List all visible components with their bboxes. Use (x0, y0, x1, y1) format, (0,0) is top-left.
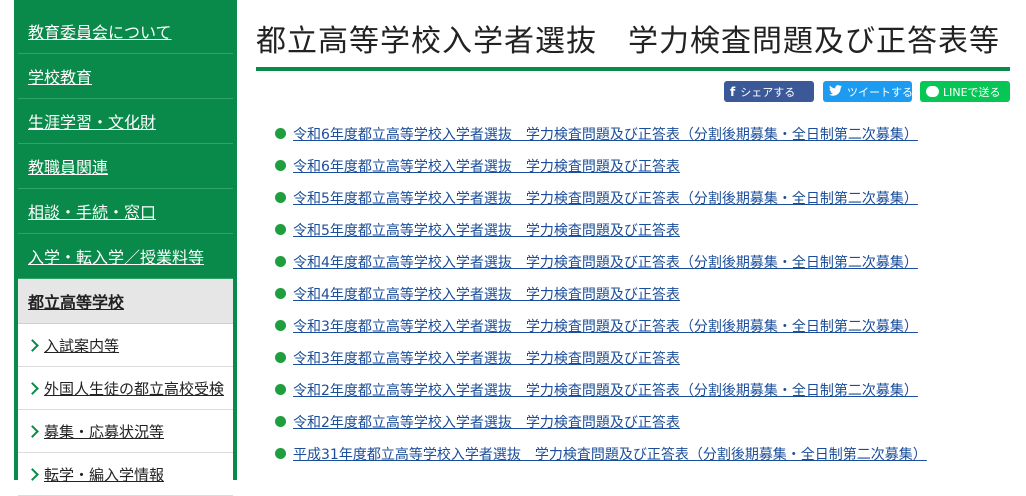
sidebar-subitem-label: 入試案内等 (44, 336, 120, 355)
sidebar-item-staff[interactable]: 教職員関連 (18, 144, 233, 189)
exam-link[interactable]: 令和6年度都立高等学校入学者選抜 学力検査問題及び正答表 (293, 156, 680, 176)
title-divider (256, 67, 1010, 71)
list-item: 令和4年度都立高等学校入学者選抜 学力検査問題及び正答表 (275, 284, 927, 316)
sidebar-subitem-recruitment-status[interactable]: 募集・応募状況等 (18, 410, 233, 453)
sidebar-item-consultation[interactable]: 相談・手続・窓口 (18, 189, 233, 234)
exam-link[interactable]: 令和2年度都立高等学校入学者選抜 学力検査問題及び正答表 (293, 412, 680, 432)
chevron-right-icon (26, 382, 39, 395)
facebook-share-label: シェアする (740, 85, 796, 99)
bullet-icon (275, 448, 286, 459)
line-icon (926, 86, 939, 97)
sidebar-subitem-transfer[interactable]: 転学・編入学情報 (18, 453, 233, 496)
facebook-share-button[interactable]: f シェアする (724, 81, 814, 102)
chevron-right-icon (26, 425, 39, 438)
list-item: 令和5年度都立高等学校入学者選抜 学力検査問題及び正答表 (275, 220, 927, 252)
bullet-icon (275, 352, 286, 363)
sidebar-subitem-label: 募集・応募状況等 (44, 422, 165, 441)
facebook-icon: f (730, 84, 736, 99)
exam-link[interactable]: 令和5年度都立高等学校入学者選抜 学力検査問題及び正答表 (293, 220, 680, 240)
exam-link[interactable]: 令和4年度都立高等学校入学者選抜 学力検査問題及び正答表 (293, 284, 680, 304)
exam-link[interactable]: 平成31年度都立高等学校入学者選抜 学力検査問題及び正答表（分割後期募集・全日制… (293, 444, 927, 464)
sidebar-subitem-foreign-students[interactable]: 外国人生徒の都立高校受検 (18, 367, 233, 410)
sidebar-item-admission[interactable]: 入学・転入学／授業料等 (18, 234, 233, 279)
list-item: 令和3年度都立高等学校入学者選抜 学力検査問題及び正答表（分割後期募集・全日制第… (275, 316, 927, 348)
list-item: 令和6年度都立高等学校入学者選抜 学力検査問題及び正答表（分割後期募集・全日制第… (275, 124, 927, 156)
list-item: 令和2年度都立高等学校入学者選抜 学力検査問題及び正答表 (275, 412, 927, 444)
line-share-label: LINEで送る (943, 85, 1001, 99)
list-item: 平成31年度都立高等学校入学者選抜 学力検査問題及び正答表（分割後期募集・全日制… (275, 444, 927, 476)
bullet-icon (275, 288, 286, 299)
chevron-right-icon (26, 468, 39, 481)
exam-link[interactable]: 令和3年度都立高等学校入学者選抜 学力検査問題及び正答表（分割後期募集・全日制第… (293, 316, 918, 336)
sidebar-subitem-label: 外国人生徒の都立高校受検 (44, 379, 225, 398)
sidebar-subitem-label: 転学・編入学情報 (44, 465, 165, 484)
bullet-icon (275, 192, 286, 203)
exam-link[interactable]: 令和2年度都立高等学校入学者選抜 学力検査問題及び正答表（分割後期募集・全日制第… (293, 380, 918, 400)
bullet-icon (275, 160, 286, 171)
bullet-icon (275, 320, 286, 331)
sidebar-item-lifelong-learning[interactable]: 生涯学習・文化財 (18, 99, 233, 144)
exam-link[interactable]: 令和5年度都立高等学校入学者選抜 学力検査問題及び正答表（分割後期募集・全日制第… (293, 188, 918, 208)
sidebar-subitem-exam-info[interactable]: 入試案内等 (18, 324, 233, 367)
chevron-right-icon (26, 339, 39, 352)
sidebar-item-about-board[interactable]: 教育委員会について (18, 8, 233, 54)
sidebar: 教育委員会について 学校教育 生涯学習・文化財 教職員関連 相談・手続・窓口 入… (14, 0, 237, 496)
exam-links-list: 令和6年度都立高等学校入学者選抜 学力検査問題及び正答表（分割後期募集・全日制第… (275, 124, 927, 476)
bullet-icon (275, 256, 286, 267)
sidebar-item-metropolitan-high-school[interactable]: 都立高等学校 (18, 279, 233, 324)
page-title: 都立高等学校入学者選抜 学力検査問題及び正答表等 (256, 24, 1000, 59)
bullet-icon (275, 384, 286, 395)
list-item: 令和3年度都立高等学校入学者選抜 学力検査問題及び正答表 (275, 348, 927, 380)
list-item: 令和2年度都立高等学校入学者選抜 学力検査問題及び正答表（分割後期募集・全日制第… (275, 380, 927, 412)
exam-link[interactable]: 令和6年度都立高等学校入学者選抜 学力検査問題及び正答表（分割後期募集・全日制第… (293, 124, 918, 144)
exam-link[interactable]: 令和3年度都立高等学校入学者選抜 学力検査問題及び正答表 (293, 348, 680, 368)
twitter-share-button[interactable]: ツイートする (823, 81, 913, 102)
bullet-icon (275, 224, 286, 235)
list-item: 令和4年度都立高等学校入学者選抜 学力検査問題及び正答表（分割後期募集・全日制第… (275, 252, 927, 284)
twitter-share-label: ツイートする (847, 85, 913, 99)
exam-link[interactable]: 令和4年度都立高等学校入学者選抜 学力検査問題及び正答表（分割後期募集・全日制第… (293, 252, 918, 272)
twitter-bird-icon (829, 84, 842, 99)
list-item: 令和5年度都立高等学校入学者選抜 学力検査問題及び正答表（分割後期募集・全日制第… (275, 188, 927, 220)
list-item: 令和6年度都立高等学校入学者選抜 学力検査問題及び正答表 (275, 156, 927, 188)
sidebar-item-school-education[interactable]: 学校教育 (18, 54, 233, 99)
bullet-icon (275, 416, 286, 427)
line-share-button[interactable]: LINEで送る (920, 81, 1010, 102)
bullet-icon (275, 128, 286, 139)
